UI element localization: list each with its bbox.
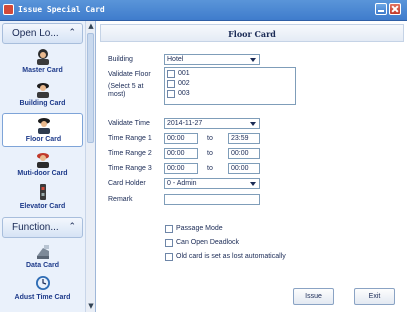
app-icon — [3, 4, 14, 15]
sidebar-item-label: Floor Card — [25, 136, 62, 143]
can-open-deadlock-checkbox[interactable] — [165, 239, 173, 247]
sidebar-scrollbar[interactable]: ▲ ▼ — [85, 21, 95, 312]
issue-button[interactable]: Issue — [293, 288, 334, 305]
chevron-up-icon: ⌃ — [68, 222, 76, 232]
sidebar-item-data-card[interactable]: Data Card — [2, 240, 83, 274]
section-open-lock-header[interactable]: Open Lo... ⌃ — [2, 23, 83, 44]
time-range-3-from[interactable]: 00:00 — [164, 163, 198, 174]
scroll-down-icon[interactable]: ▼ — [86, 301, 96, 311]
passage-mode-label: Passage Mode — [176, 225, 223, 232]
sidebar-item-floor-card[interactable]: Floor Card — [2, 113, 83, 147]
data-card-icon — [37, 245, 49, 259]
floor-checkbox[interactable] — [167, 80, 175, 88]
page-title: Floor Card — [228, 29, 276, 39]
validate-floor-label: Validate Floor — [108, 71, 151, 78]
building-value: Hotel — [167, 56, 184, 63]
time-value: 00:00 — [231, 165, 249, 172]
building-select[interactable]: Hotel — [164, 54, 260, 65]
sidebar-item-multi-door-card[interactable]: Muti-door Card — [2, 148, 83, 182]
floor-list: 001 002 003 — [164, 67, 296, 105]
multi-door-card-icon — [37, 153, 49, 168]
panel-header: Floor Card — [100, 24, 404, 42]
card-holder-value: 0 - Admin — [167, 180, 197, 187]
title-bar: Issue Special Card — [0, 0, 407, 21]
time-value: 00:00 — [167, 150, 185, 157]
floor-card-icon — [38, 118, 50, 134]
time-value: 00:00 — [167, 165, 185, 172]
time-range-1-to[interactable]: 23:59 — [228, 133, 260, 144]
time-value: 23:59 — [231, 135, 249, 142]
window-title: Issue Special Card — [18, 5, 105, 14]
sidebar-item-building-card[interactable]: Building Card — [2, 78, 83, 112]
sidebar-item-adjust-time-card[interactable]: Adust Time Card — [2, 272, 83, 306]
scroll-up-icon[interactable]: ▲ — [86, 21, 96, 31]
validate-time-picker[interactable]: 2014-11-27 — [164, 118, 260, 129]
remark-label: Remark — [108, 196, 133, 203]
sidebar: Open Lo... ⌃ Master Card Building Card F… — [0, 21, 96, 312]
floor-label: 002 — [178, 80, 190, 87]
to-label: to — [207, 135, 213, 142]
to-label: to — [207, 165, 213, 172]
floor-checkbox[interactable] — [167, 70, 175, 78]
scroll-thumb[interactable] — [87, 33, 94, 143]
sidebar-item-label: Master Card — [22, 67, 63, 74]
floor-label: 003 — [178, 90, 190, 97]
elevator-card-icon — [40, 184, 46, 200]
section-label: Open Lo... — [12, 28, 59, 39]
exit-button[interactable]: Exit — [354, 288, 395, 305]
card-holder-select[interactable]: 0 - Admin — [164, 178, 260, 189]
sidebar-item-elevator-card[interactable]: Elevator Card — [2, 181, 83, 215]
adjust-time-card-icon — [36, 276, 50, 290]
close-button[interactable] — [389, 3, 401, 15]
section-label: Function... — [12, 222, 59, 233]
passage-mode-checkbox[interactable] — [165, 225, 173, 233]
validate-time-label: Validate Time — [108, 120, 150, 127]
remark-input[interactable] — [164, 194, 260, 205]
can-open-deadlock-label: Can Open Deadlock — [176, 239, 240, 246]
sidebar-item-master-card[interactable]: Master Card — [2, 45, 83, 79]
to-label: to — [207, 150, 213, 157]
building-card-icon — [37, 83, 49, 98]
main-panel: Floor Card Building Hotel Validate Floor… — [97, 21, 407, 312]
sidebar-item-label: Building Card — [19, 100, 66, 107]
validate-floor-hint: (Select 5 at most) — [108, 83, 144, 98]
floor-label: 001 — [178, 70, 190, 77]
time-range-2-from[interactable]: 00:00 — [164, 148, 198, 159]
master-card-icon — [37, 49, 49, 65]
sidebar-item-label: Data Card — [25, 262, 60, 269]
time-range-1-label: Time Range 1 — [108, 135, 152, 142]
old-card-lost-checkbox[interactable] — [165, 253, 173, 261]
card-holder-label: Card Holder — [108, 180, 146, 187]
sidebar-item-label: Muti-door Card — [17, 170, 68, 177]
time-range-2-label: Time Range 2 — [108, 150, 152, 157]
time-value: 00:00 — [167, 135, 185, 142]
sidebar-item-label: Elevator Card — [19, 203, 66, 210]
floor-checkbox[interactable] — [167, 90, 175, 98]
validate-time-value: 2014-11-27 — [167, 120, 203, 127]
time-range-3-label: Time Range 3 — [108, 165, 152, 172]
chevron-up-icon: ⌃ — [68, 28, 76, 38]
building-label: Building — [108, 56, 133, 63]
old-card-lost-label: Old card is set as lost automatically — [176, 253, 286, 260]
minimize-button[interactable] — [375, 3, 387, 15]
time-range-3-to[interactable]: 00:00 — [228, 163, 260, 174]
time-range-1-from[interactable]: 00:00 — [164, 133, 198, 144]
section-function-header[interactable]: Function... ⌃ — [2, 217, 83, 238]
sidebar-item-label: Adust Time Card — [14, 294, 71, 301]
time-value: 00:00 — [231, 150, 249, 157]
time-range-2-to[interactable]: 00:00 — [228, 148, 260, 159]
